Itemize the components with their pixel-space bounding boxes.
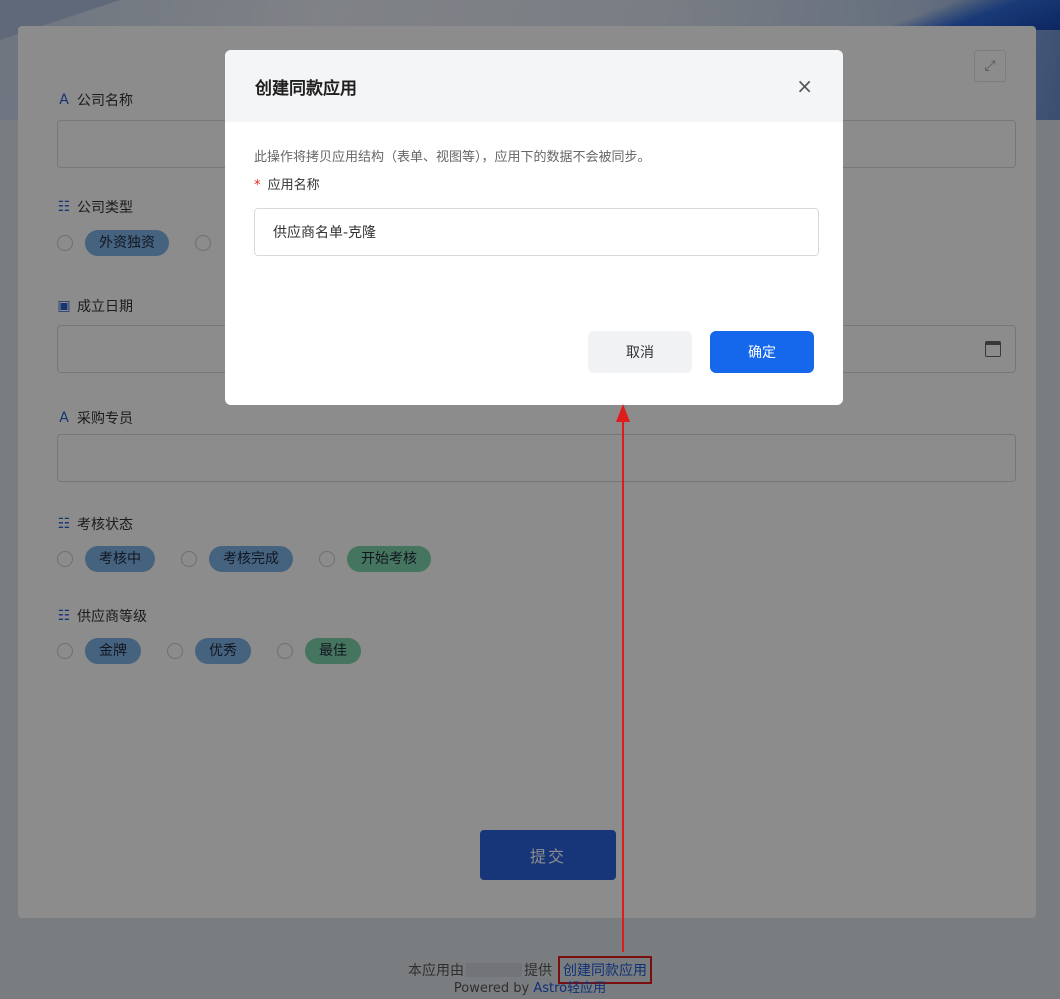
required-mark: *: [254, 178, 261, 193]
dialog-title: 创建同款应用: [255, 78, 357, 99]
dialog-description: 此操作将拷贝应用结构（表单、视图等），应用下的数据不会被同步。: [254, 150, 651, 165]
app-name-label-text: 应用名称: [267, 178, 320, 193]
app-name-label: * 应用名称: [254, 174, 320, 193]
app-name-input[interactable]: [254, 208, 819, 256]
close-icon[interactable]: ×: [796, 74, 813, 98]
confirm-button[interactable]: 确定: [710, 331, 814, 373]
clone-app-dialog: 创建同款应用 × 此操作将拷贝应用结构（表单、视图等），应用下的数据不会被同步。…: [225, 50, 843, 405]
cancel-button[interactable]: 取消: [588, 331, 692, 373]
dialog-header: 创建同款应用 ×: [225, 50, 843, 122]
